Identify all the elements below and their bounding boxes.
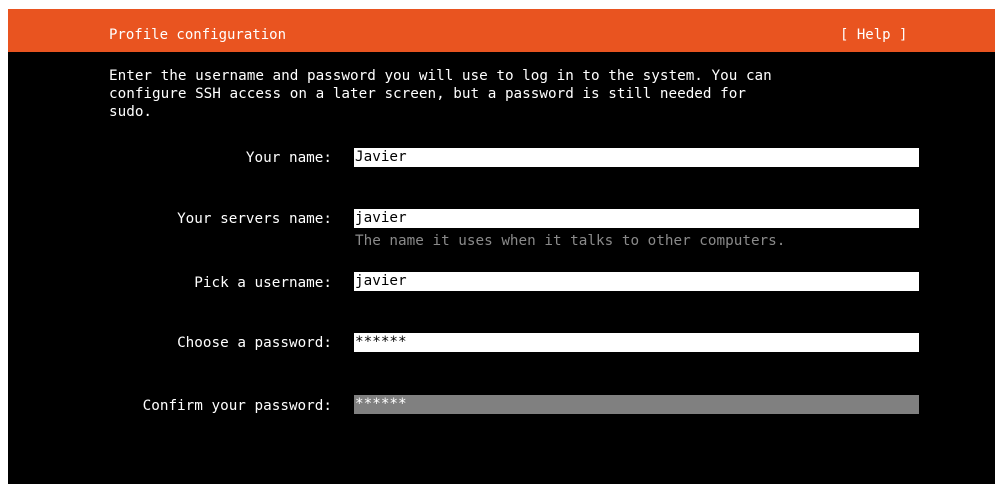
page-title: Profile configuration <box>109 27 287 43</box>
your-name-label: Your name: <box>245 150 332 166</box>
intro-text: Enter the username and password you will… <box>109 68 772 120</box>
confirm-password-label: Confirm your password: <box>142 398 332 414</box>
header-bar: Profile configuration [ Help ] <box>8 9 995 52</box>
confirm-password-value: ****** <box>355 396 407 412</box>
help-button[interactable]: [ Help ] <box>840 26 907 44</box>
confirm-password-input[interactable]: ****** <box>354 395 919 414</box>
password-input[interactable]: ****** <box>354 333 919 352</box>
password-label: Choose a password: <box>177 335 332 351</box>
username-label: Pick a username: <box>194 275 332 291</box>
server-name-value: javier <box>355 210 407 226</box>
your-name-input[interactable]: Javier <box>354 148 919 167</box>
your-name-value: Javier <box>355 149 407 165</box>
server-name-label: Your servers name: <box>177 211 332 227</box>
username-input[interactable]: javier <box>354 272 919 291</box>
server-name-hint: The name it uses when it talks to other … <box>355 233 786 249</box>
server-name-input[interactable]: javier <box>354 209 919 228</box>
installer-screen: Profile configuration [ Help ] Enter the… <box>8 9 995 484</box>
username-value: javier <box>355 273 407 289</box>
password-value: ****** <box>355 334 407 350</box>
